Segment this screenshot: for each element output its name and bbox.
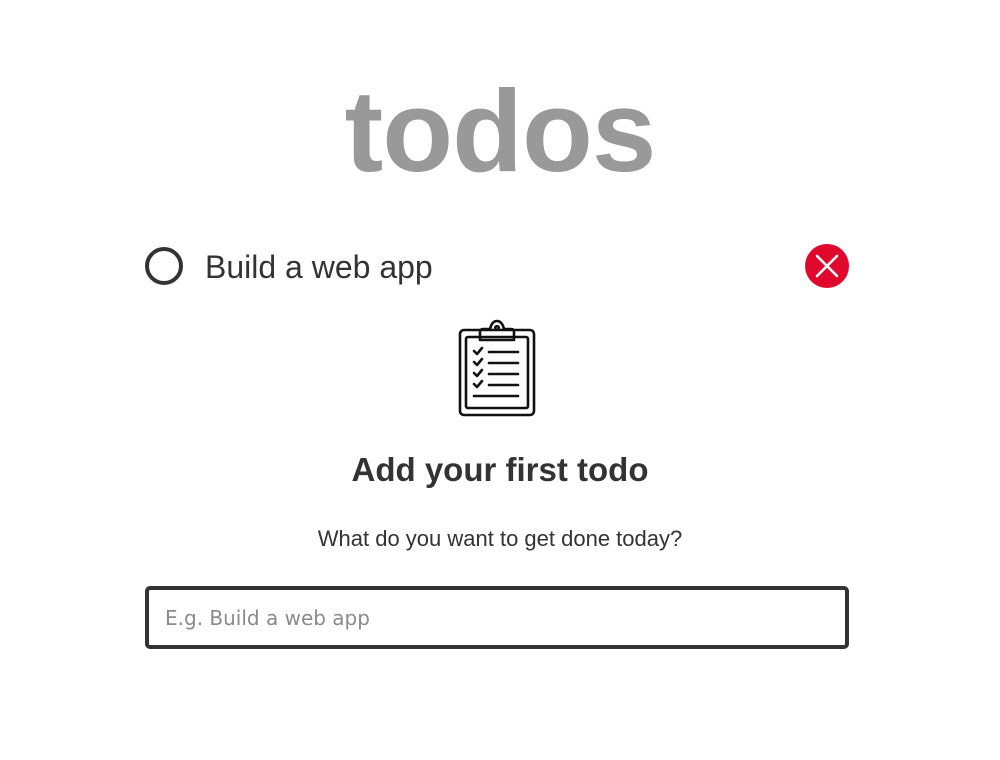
todo-app: todos Build a web app Add your first tod… bbox=[0, 0, 1000, 760]
empty-state-heading: Add your first todo bbox=[351, 451, 649, 488]
clipboard-checklist-icon bbox=[456, 318, 538, 418]
delete-todo-button[interactable] bbox=[805, 244, 849, 288]
todo-item: Build a web app bbox=[145, 243, 851, 293]
todo-complete-checkbox[interactable] bbox=[145, 247, 183, 285]
empty-state-subheading: What do you want to get done today? bbox=[317, 526, 683, 551]
new-todo-input[interactable] bbox=[145, 586, 849, 649]
todo-item-text: Build a web app bbox=[205, 249, 433, 285]
app-title: todos bbox=[344, 66, 657, 196]
close-icon bbox=[815, 254, 839, 278]
